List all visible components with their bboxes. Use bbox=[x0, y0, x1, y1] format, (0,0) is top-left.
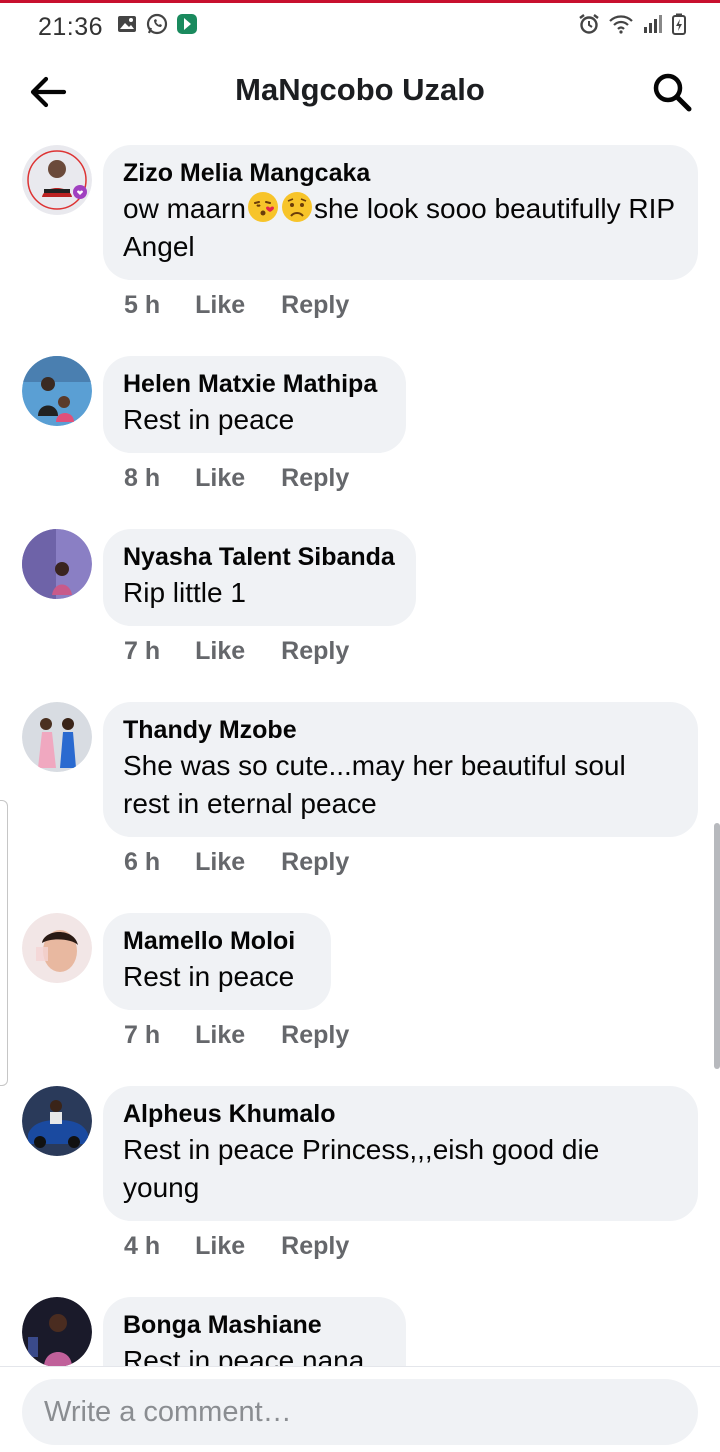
comment-bubble[interactable]: Thandy Mzobe She was so cute...may her b… bbox=[103, 702, 698, 837]
edge-panel-handle[interactable] bbox=[0, 800, 8, 1086]
comment-time: 7 h bbox=[124, 1021, 161, 1049]
comment-actions: 7 h Like Reply bbox=[124, 637, 349, 666]
status-time: 21:36 bbox=[38, 13, 104, 41]
reply-button[interactable]: Reply bbox=[281, 637, 349, 666]
status-bar: 21:36 bbox=[0, 3, 720, 47]
comment-input[interactable] bbox=[22, 1379, 698, 1445]
comments-list: Zizo Melia Mangcaka ow maarn she look soo… bbox=[0, 140, 720, 1366]
comment-time: 6 h bbox=[124, 848, 161, 876]
reply-button[interactable]: Reply bbox=[281, 1021, 349, 1050]
comment-author[interactable]: Mamello Moloi bbox=[123, 926, 310, 956]
comment-text: Rest in peace Princess,,,eish good die y… bbox=[123, 1134, 600, 1203]
comment-text: Rest in peace nana bbox=[123, 1345, 365, 1366]
like-button[interactable]: Like bbox=[195, 1232, 245, 1261]
comment-text: Rip little 1 bbox=[123, 577, 246, 608]
like-button[interactable]: Like bbox=[195, 1021, 245, 1050]
comment-composer bbox=[0, 1366, 720, 1452]
like-button[interactable]: Like bbox=[195, 637, 245, 666]
app-icon bbox=[177, 14, 197, 34]
comment-actions: 8 h Like Reply bbox=[124, 464, 349, 493]
avatar[interactable] bbox=[22, 356, 92, 426]
avatar[interactable] bbox=[22, 145, 92, 215]
reply-button[interactable]: Reply bbox=[281, 848, 349, 877]
like-button[interactable]: Like bbox=[195, 291, 245, 320]
reply-button[interactable]: Reply bbox=[281, 291, 349, 320]
comment-text: She was so cute...may her beautiful soul… bbox=[123, 750, 626, 819]
like-button[interactable]: Like bbox=[195, 848, 245, 877]
comment-actions: 4 h Like Reply bbox=[124, 1232, 349, 1261]
comment-text: Rest in peace bbox=[123, 404, 295, 435]
gallery-icon bbox=[118, 16, 136, 32]
comment-author[interactable]: Nyasha Talent Sibanda bbox=[123, 542, 395, 572]
comment-actions: 5 h Like Reply bbox=[124, 291, 349, 320]
comment-author[interactable]: Zizo Melia Mangcaka bbox=[123, 158, 677, 188]
whatsapp-icon bbox=[146, 13, 168, 35]
comment-author[interactable]: Helen Matxie Mathipa bbox=[123, 369, 385, 399]
search-icon[interactable] bbox=[650, 70, 694, 114]
comment-author[interactable]: Thandy Mzobe bbox=[123, 715, 677, 745]
avatar[interactable] bbox=[22, 1297, 92, 1366]
comment-author[interactable]: Alpheus Khumalo bbox=[123, 1099, 677, 1129]
like-button[interactable]: Like bbox=[195, 464, 245, 493]
reply-button[interactable]: Reply bbox=[281, 1232, 349, 1261]
comment-author[interactable]: Bonga Mashiane bbox=[123, 1310, 385, 1340]
comment-bubble[interactable]: Zizo Melia Mangcaka ow maarn she look soo… bbox=[103, 145, 698, 280]
avatar[interactable] bbox=[22, 702, 92, 772]
comment-bubble[interactable]: Helen Matxie Mathipa Rest in peace bbox=[103, 356, 406, 453]
sad-emoji bbox=[281, 192, 312, 222]
comment-time: 7 h bbox=[124, 637, 161, 665]
comment-bubble[interactable]: Bonga Mashiane Rest in peace nana bbox=[103, 1297, 406, 1366]
comment-text: ow maarn she look sooo beautifully RIP An… bbox=[123, 190, 677, 266]
alarm-icon bbox=[579, 14, 599, 34]
wifi-icon bbox=[609, 15, 633, 34]
battery-icon bbox=[672, 13, 686, 35]
comment-bubble[interactable]: Alpheus Khumalo Rest in peace Princess,,… bbox=[103, 1086, 698, 1221]
kiss-emoji bbox=[247, 192, 278, 222]
page-title: MaNgcobo Uzalo bbox=[235, 72, 485, 107]
comment-time: 4 h bbox=[124, 1232, 161, 1260]
reply-button[interactable]: Reply bbox=[281, 464, 349, 493]
signal-icon bbox=[644, 15, 662, 33]
comment-time: 5 h bbox=[124, 291, 161, 319]
avatar[interactable] bbox=[22, 913, 92, 983]
avatar[interactable] bbox=[22, 529, 92, 599]
comment-bubble[interactable]: Mamello Moloi Rest in peace bbox=[103, 913, 331, 1010]
avatar[interactable] bbox=[22, 1086, 92, 1156]
comment-actions: 6 h Like Reply bbox=[124, 848, 349, 877]
comment-actions: 7 h Like Reply bbox=[124, 1021, 349, 1050]
comment-time: 8 h bbox=[124, 464, 161, 492]
scrollbar[interactable] bbox=[714, 823, 720, 1069]
comment-text: Rest in peace bbox=[123, 961, 295, 992]
comment-bubble[interactable]: Nyasha Talent Sibanda Rip little 1 bbox=[103, 529, 416, 626]
app-header: MaNgcobo Uzalo bbox=[0, 50, 720, 134]
